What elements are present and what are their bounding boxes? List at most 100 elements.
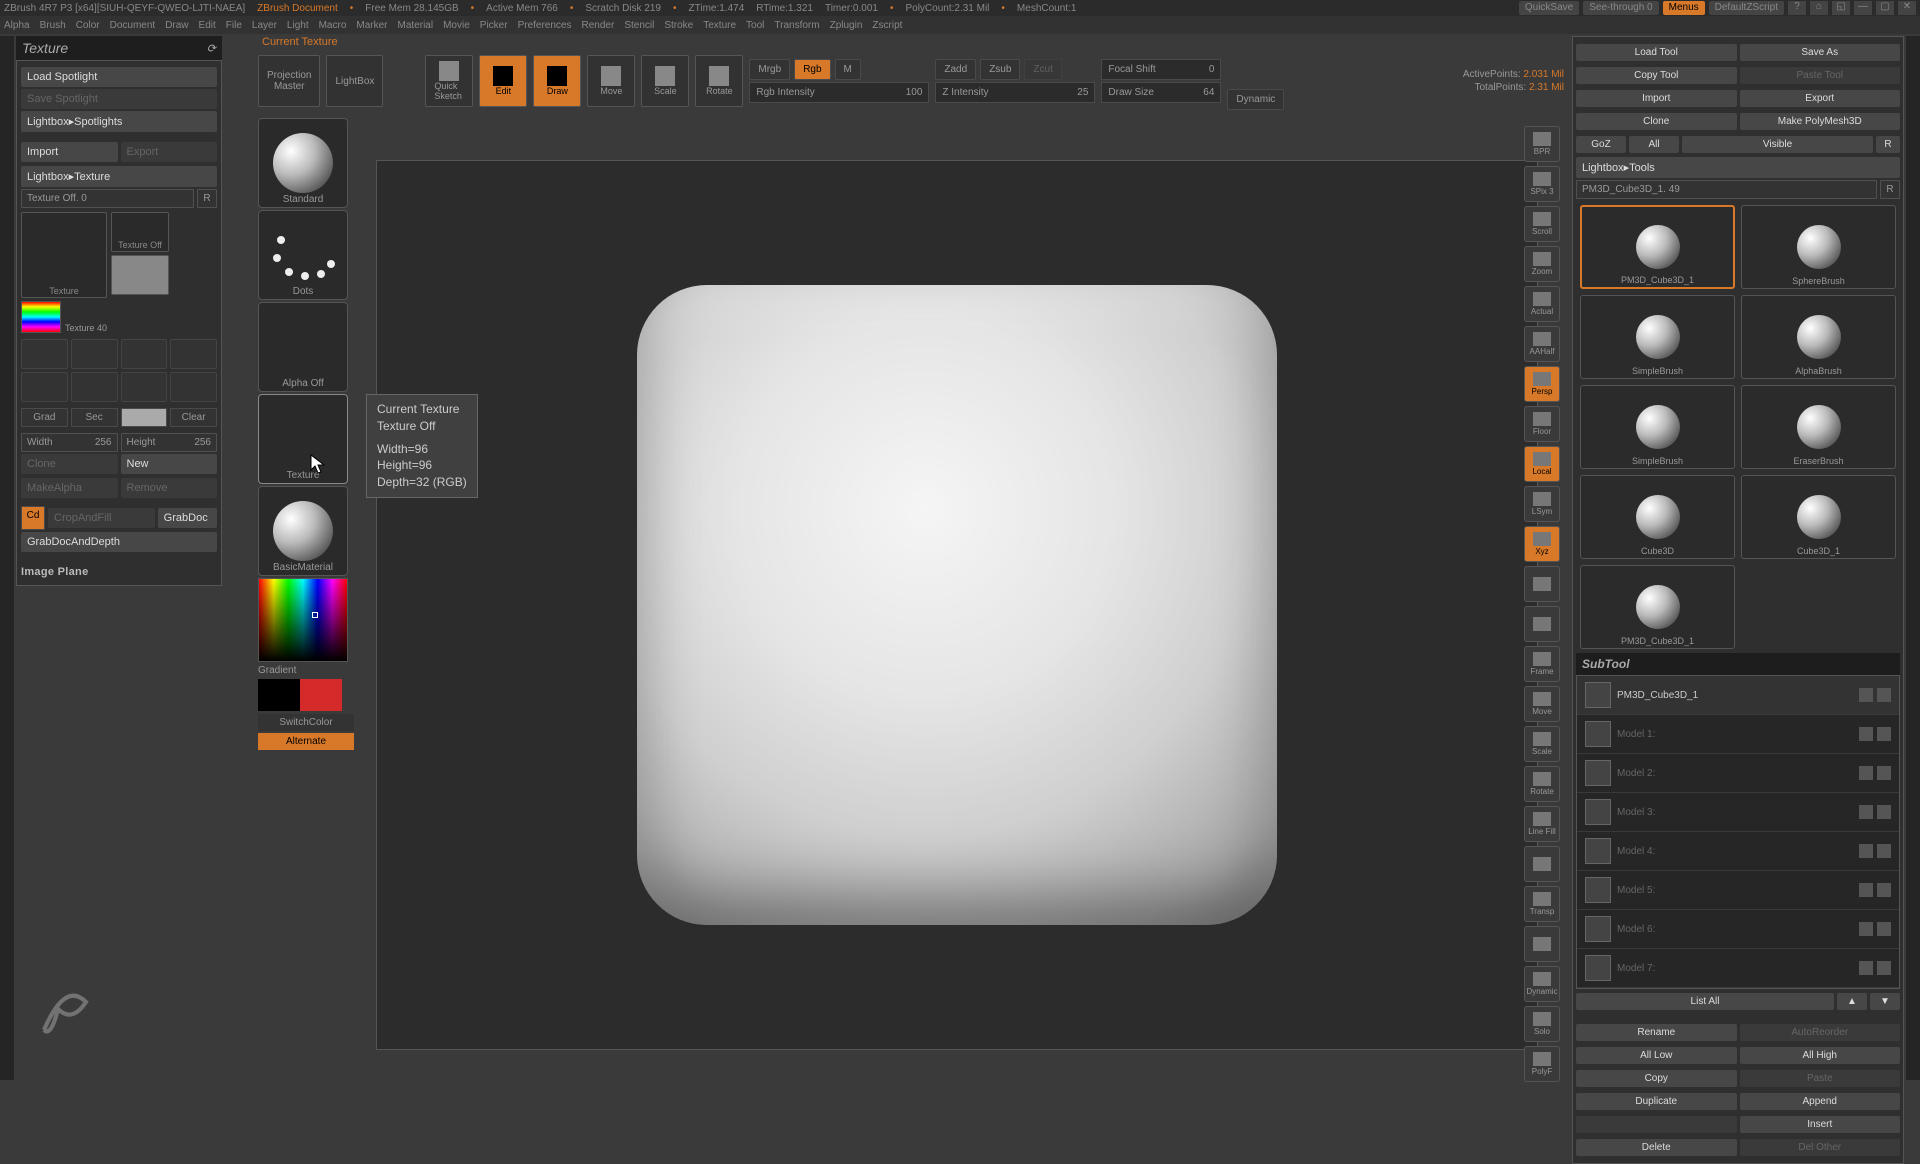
duplicate-button[interactable]: Duplicate [1576, 1093, 1737, 1110]
texture-off-slider[interactable]: Texture Off. 0 [21, 189, 194, 208]
palette-header[interactable]: Texture⟳ [16, 36, 222, 60]
strip-move[interactable]: Move [1524, 686, 1560, 722]
subtool-header[interactable]: SubTool [1576, 653, 1900, 675]
right-rail[interactable] [1906, 36, 1920, 1080]
menu-movie[interactable]: Movie [443, 20, 470, 31]
strip-blank[interactable] [1524, 566, 1560, 602]
lightbox-tools-button[interactable]: Lightbox▸Tools [1576, 157, 1900, 178]
sec-button[interactable]: Sec [71, 408, 118, 427]
menu-picker[interactable]: Picker [480, 20, 508, 31]
menu-material[interactable]: Material [398, 20, 434, 31]
flip-h-button[interactable] [21, 339, 68, 369]
make-polymesh-button[interactable]: Make PolyMesh3D [1740, 113, 1901, 130]
model-mesh[interactable] [637, 285, 1277, 925]
spectrum-thumb[interactable] [21, 301, 61, 333]
r-button[interactable]: R [197, 189, 217, 208]
draw-size-slider[interactable]: Draw Size 64 [1101, 82, 1221, 103]
maximize-button[interactable]: ▢ [1876, 1, 1894, 15]
menus-button[interactable]: Menus [1663, 1, 1705, 15]
current-tool-slider[interactable]: PM3D_Cube3D_1. 49 [1576, 180, 1877, 199]
scale-mode-button[interactable]: Scale [641, 55, 689, 107]
alpha-selector[interactable]: Alpha Off [258, 302, 348, 392]
subtool-item[interactable]: Model 7: [1577, 949, 1899, 988]
menu-file[interactable]: File [226, 20, 242, 31]
height-slider[interactable]: Height 256 [121, 433, 218, 452]
menu-zplugin[interactable]: Zplugin [830, 20, 863, 31]
flip-v-button[interactable] [71, 339, 118, 369]
lightbox-spotlights-button[interactable]: Lightbox▸Spotlights [21, 111, 217, 132]
strip-solo[interactable]: Solo [1524, 1006, 1560, 1042]
home-button[interactable]: ⌂ [1810, 1, 1828, 15]
import-tool-button[interactable]: Import [1576, 90, 1737, 107]
strip-xyz[interactable]: Xyz [1524, 526, 1560, 562]
new-button[interactable]: New [121, 454, 218, 474]
rgb-intensity-slider[interactable]: Rgb Intensity 100 [749, 82, 929, 103]
mrgb-button[interactable]: Mrgb [749, 59, 790, 80]
brush-selector[interactable]: Standard [258, 118, 348, 208]
cd-button[interactable]: Cd [21, 506, 45, 530]
menu-brush[interactable]: Brush [40, 20, 66, 31]
tool-thumb[interactable]: PM3D_Cube3D_1 [1580, 205, 1735, 289]
draw-mode-button[interactable]: Draw [533, 55, 581, 107]
color-picker[interactable] [258, 578, 348, 662]
strip-polyf[interactable]: PolyF [1524, 1046, 1560, 1082]
strip-lsym[interactable]: LSym [1524, 486, 1560, 522]
rename-button[interactable]: Rename [1576, 1024, 1737, 1041]
default-zscript[interactable]: DefaultZScript [1709, 1, 1784, 15]
strip-line-fill[interactable]: Line Fill [1524, 806, 1560, 842]
tool-thumb[interactable]: EraserBrush [1741, 385, 1896, 469]
focal-shift-slider[interactable]: Focal Shift 0 [1101, 59, 1221, 80]
list-all-button[interactable]: List All [1576, 993, 1834, 1010]
strip-blank[interactable] [1524, 606, 1560, 642]
strip-spix-3[interactable]: SPix 3 [1524, 166, 1560, 202]
primary-color[interactable] [300, 679, 342, 711]
tool-thumb[interactable]: PM3D_Cube3D_1 [1580, 565, 1735, 649]
switch-color-button[interactable]: SwitchColor [258, 714, 354, 731]
clear-button[interactable]: Clear [170, 408, 217, 427]
menu-preferences[interactable]: Preferences [518, 20, 572, 31]
menu-light[interactable]: Light [287, 20, 309, 31]
strip-actual[interactable]: Actual [1524, 286, 1560, 322]
zadd-button[interactable]: Zadd [935, 59, 976, 80]
all-low-button[interactable]: All Low [1576, 1047, 1737, 1064]
load-tool-button[interactable]: Load Tool [1576, 44, 1737, 61]
see-through-slider[interactable]: See-through 0 [1583, 1, 1658, 15]
color-swatch[interactable] [121, 408, 168, 427]
save-as-button[interactable]: Save As [1740, 44, 1901, 61]
lightbox-button[interactable]: LightBox [326, 55, 383, 107]
delete-button[interactable]: Delete [1576, 1139, 1737, 1156]
alternate-button[interactable]: Alternate [258, 733, 354, 750]
dynamic-button[interactable]: Dynamic [1227, 89, 1284, 110]
menu-macro[interactable]: Macro [319, 20, 347, 31]
strip-dynamic[interactable]: Dynamic [1524, 966, 1560, 1002]
r2-button[interactable]: R [1880, 180, 1900, 199]
left-rail[interactable] [0, 36, 14, 1080]
grid-button[interactable] [21, 372, 68, 402]
grad-button[interactable]: Grad [21, 408, 68, 427]
lightbox-texture-button[interactable]: Lightbox▸Texture [21, 166, 217, 187]
rotate-mode-button[interactable]: Rotate [695, 55, 743, 107]
menu-stroke[interactable]: Stroke [664, 20, 693, 31]
menu-edit[interactable]: Edit [199, 20, 216, 31]
strip-floor[interactable]: Floor [1524, 406, 1560, 442]
quick-sketch-button[interactable]: Quick Sketch [425, 55, 473, 107]
grabdoc-depth-button[interactable]: GrabDocAndDepth [21, 532, 217, 552]
strip-scale[interactable]: Scale [1524, 726, 1560, 762]
tool-thumb[interactable]: SimpleBrush [1580, 385, 1735, 469]
strip-persp[interactable]: Persp [1524, 366, 1560, 402]
menu-texture[interactable]: Texture [703, 20, 736, 31]
invert-button[interactable] [71, 372, 118, 402]
width-slider[interactable]: Width 256 [21, 433, 118, 452]
image-plane-header[interactable]: Image Plane [21, 566, 217, 578]
minimize-button[interactable]: — [1854, 1, 1872, 15]
edit-mode-button[interactable]: Edit [479, 55, 527, 107]
menu-stencil[interactable]: Stencil [624, 20, 654, 31]
r-tool-button[interactable]: R [1876, 136, 1900, 153]
goz-button[interactable]: GoZ [1576, 136, 1626, 153]
m-button[interactable]: M [835, 59, 861, 80]
material-selector[interactable]: BasicMaterial [258, 486, 348, 576]
load-spotlight-button[interactable]: Load Spotlight [21, 67, 217, 87]
strip-rotate[interactable]: Rotate [1524, 766, 1560, 802]
goz-all-button[interactable]: All [1629, 136, 1679, 153]
tool-thumb[interactable]: AlphaBrush [1741, 295, 1896, 379]
